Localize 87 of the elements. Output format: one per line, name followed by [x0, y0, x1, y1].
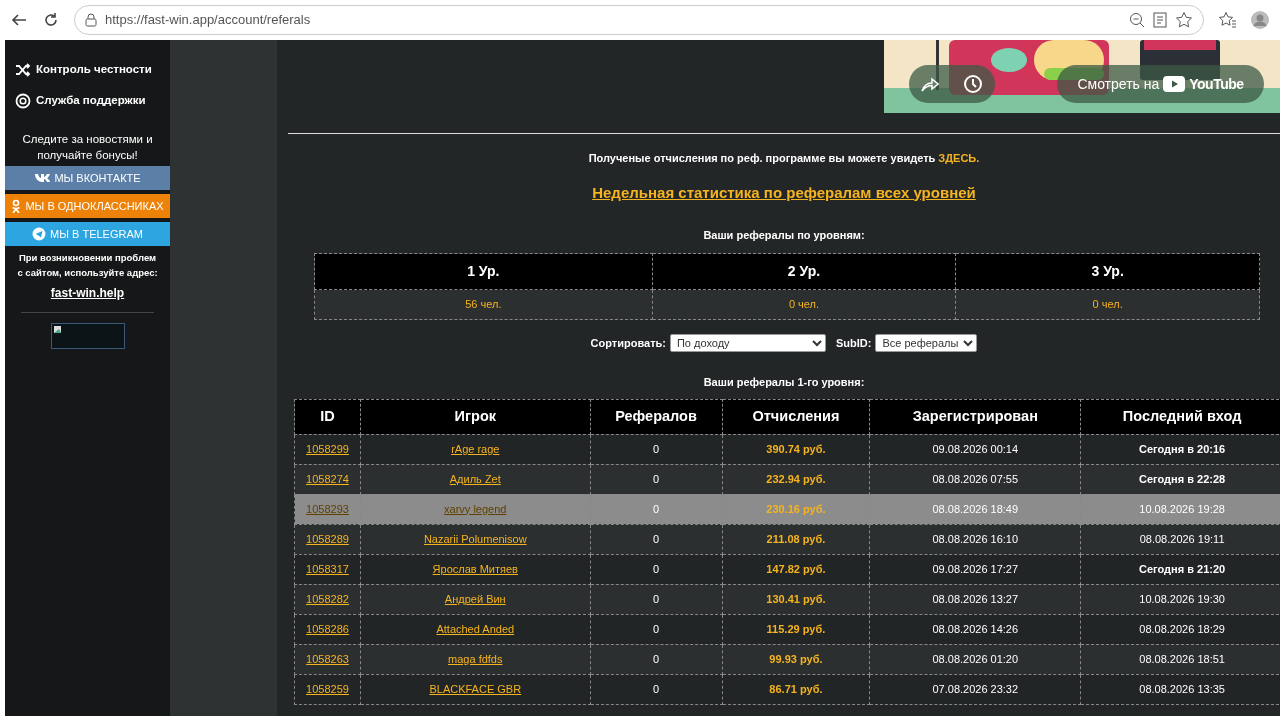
table-cell: 08.08.2026 13:35 — [1080, 674, 1280, 704]
broken-image-icon — [50, 323, 125, 350]
table-cell: 130.41 руб. — [722, 584, 870, 614]
reload-icon[interactable] — [42, 11, 60, 29]
player-link[interactable]: Адиль Zet — [449, 472, 501, 485]
star-icon[interactable] — [1175, 11, 1193, 29]
info-link[interactable]: ЗДЕСЬ. — [938, 152, 980, 164]
table-cell: Сегодня в 22:28 — [1080, 464, 1280, 494]
weekly-stats-link[interactable]: Недельная статистика по рефералам всех уровней — [592, 183, 976, 201]
table-cell: 10.08.2026 19:28 — [1080, 494, 1280, 524]
player-link[interactable]: Ярослав Митяев — [432, 562, 518, 575]
section-title: Ваши рефералы по уровням: — [703, 228, 865, 241]
table-cell: 08.08.2026 19:11 — [1080, 524, 1280, 554]
table-cell: Сегодня в 20:16 — [1080, 434, 1280, 464]
table-cell: 86.71 руб. — [722, 674, 870, 704]
section-title: Ваши рефералы 1-го уровня: — [703, 376, 865, 388]
subid-select[interactable]: Все рефералы — [875, 334, 978, 352]
table-cell: 115.29 руб. — [722, 614, 870, 644]
table-cell: 09.08.2026 00:14 — [869, 434, 1081, 464]
table-cell: 09.08.2026 17:27 — [869, 554, 1081, 584]
lock-icon — [85, 13, 97, 27]
social-button[interactable]: МЫ ВКОНТАКТЕ — [5, 166, 170, 191]
table-cell: Сегодня в 21:20 — [1080, 554, 1280, 584]
table-cell: 0 — [590, 434, 722, 464]
table-cell: 390.74 руб. — [722, 434, 870, 464]
sidebar-link[interactable]: Контроль честности — [5, 54, 170, 85]
column-header: Последний вход — [1080, 399, 1280, 434]
table-cell: 0 — [590, 554, 722, 584]
sidebar-link[interactable]: Служба поддержки — [5, 85, 170, 116]
player-link[interactable]: Attached Anded — [436, 622, 515, 635]
sort-select[interactable]: По доходу — [669, 334, 826, 352]
player-link[interactable]: Андрей Вин — [444, 592, 506, 605]
table-cell: 08.08.2026 14:26 — [869, 614, 1081, 644]
profile-icon[interactable] — [1250, 10, 1270, 30]
watch-on-youtube-button[interactable]: Смотреть на YouTube — [1057, 65, 1264, 103]
column-header: 3 Ур. — [955, 253, 1260, 290]
table-cell: 0 — [590, 644, 722, 674]
column-header: Зарегистрирован — [869, 399, 1081, 434]
table-cell: 56 чел. — [314, 289, 653, 320]
column-header: Отчисления — [722, 399, 870, 434]
player-link[interactable]: Nazarii Polumenisow — [423, 532, 527, 545]
table-cell: 230.16 руб. — [722, 494, 870, 524]
table-cell: 08.08.2026 18:29 — [1080, 614, 1280, 644]
follow-text: Следите за новостями и получайте бонусы! — [21, 132, 154, 163]
subid-label: SubID: — [835, 335, 872, 351]
ok-logo-icon — [11, 199, 22, 214]
table-cell: 0 — [590, 584, 722, 614]
table-cell: 10.08.2026 19:30 — [1080, 584, 1280, 614]
telegram-logo-icon — [32, 227, 47, 242]
zoom-out-icon[interactable] — [1129, 12, 1145, 28]
table-cell: 232.94 руб. — [722, 464, 870, 494]
column-header: 1 Ур. — [314, 253, 653, 290]
player-link[interactable]: BLACKFACE GBR — [429, 682, 522, 695]
column-header: Игрок — [360, 399, 591, 434]
clock-icon[interactable] — [963, 74, 983, 94]
table-cell: 211.08 руб. — [722, 524, 870, 554]
table-cell: 147.82 руб. — [722, 554, 870, 584]
favorites-icon[interactable] — [1218, 11, 1236, 29]
lifebuoy-icon — [15, 92, 31, 109]
column-header: Рефералов — [590, 399, 722, 434]
play-icon — [1163, 76, 1186, 92]
player-link[interactable]: maga fdfds — [448, 652, 503, 665]
mirror-link[interactable]: fast-win.help — [50, 286, 125, 301]
table-cell: 0 — [590, 524, 722, 554]
column-header: ID — [294, 399, 361, 434]
table-cell: 0 — [590, 674, 722, 704]
table-cell: 08.08.2026 07:55 — [869, 464, 1081, 494]
table-cell: 0 — [590, 614, 722, 644]
table-cell: 08.08.2026 16:10 — [869, 524, 1081, 554]
table-cell: 99.93 руб. — [722, 644, 870, 674]
table-cell: 0 — [590, 494, 722, 524]
table-cell: 08.08.2026 18:49 — [869, 494, 1081, 524]
table-cell: 07.08.2026 23:32 — [869, 674, 1081, 704]
url-text: https://fast-win.app/account/referals — [105, 11, 312, 30]
column-header: 2 Ур. — [652, 253, 956, 290]
shuffle-icon — [15, 61, 31, 78]
table-cell: 08.08.2026 01:20 — [869, 644, 1081, 674]
table-cell: 0 чел. — [955, 289, 1260, 320]
share-icon[interactable] — [921, 76, 939, 92]
table-cell: 0 чел. — [652, 289, 956, 320]
table-cell: 08.08.2026 18:51 — [1080, 644, 1280, 674]
table-cell: 08.08.2026 13:27 — [869, 584, 1081, 614]
player-link[interactable]: rAge rage — [451, 442, 500, 455]
problem-text: При возникновении проблем с сайтом, используйте адрес: — [16, 251, 159, 281]
sort-label: Сортировать: — [590, 335, 666, 351]
info-text: Полученые отчисления по реф. программе вы можете увидеть — [588, 152, 937, 164]
table-cell: 0 — [590, 464, 722, 494]
